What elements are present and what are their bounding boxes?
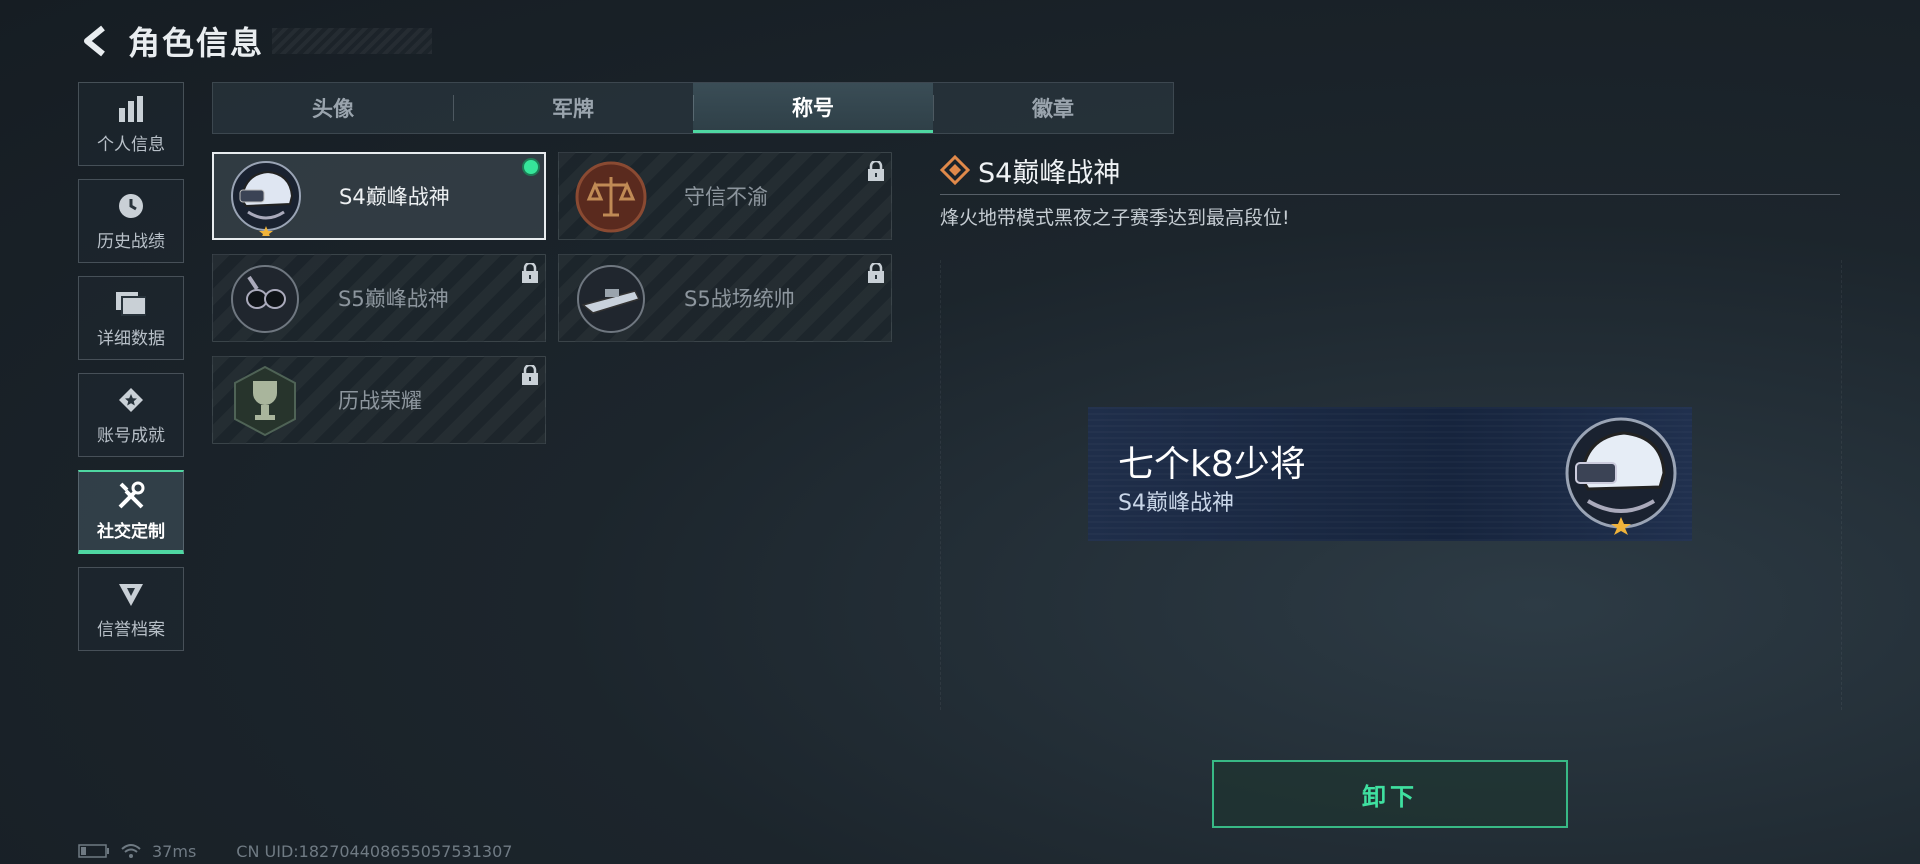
sidebar-item-label: 社交定制 (97, 521, 165, 542)
title-decoration (272, 28, 433, 54)
title-detail-panel: S4巅峰战神 烽火地带模式黑夜之子赛季达到最高段位! (940, 150, 1840, 230)
player-name: 七个k8少将 (1118, 444, 1306, 485)
sidebar-item-personal-info[interactable]: 个人信息 (78, 82, 184, 166)
lock-icon (522, 263, 538, 283)
unequip-button[interactable]: 卸下 (1212, 760, 1568, 828)
tab-bar: 头像 军牌 称号 徽章 (212, 82, 1174, 134)
sidebar-item-label: 个人信息 (97, 134, 165, 155)
sidebar-item-history[interactable]: 历史战绩 (78, 179, 184, 263)
detail-title: S4巅峰战神 (978, 157, 1121, 189)
user-uid: CN UID:1827044086550575313​07 (236, 841, 513, 861)
sidebar-item-label: 详细数据 (97, 328, 165, 349)
title-card[interactable]: S4巅峰战神 (212, 152, 546, 240)
bar-chart-icon (116, 94, 146, 124)
sidebar-item-label: 历史战绩 (97, 231, 165, 252)
sidebar: 个人信息 历史战绩 详细数据 账号成就 社交定制 信誉档案 (78, 82, 186, 664)
sidebar-item-label: 账号成就 (97, 425, 165, 446)
sidebar-item-label: 信誉档案 (97, 619, 165, 640)
diving-mask-badge-icon (231, 265, 299, 333)
folder-icon (116, 288, 146, 318)
tab-emblem[interactable]: 徽章 (933, 83, 1173, 133)
sidebar-item-credit-file[interactable]: 信誉档案 (78, 567, 184, 651)
detail-description: 烽火地带模式黑夜之子赛季达到最高段位! (940, 207, 1290, 229)
back-arrow-icon (84, 25, 105, 57)
title-preview-banner: 七个k8少将 S4巅峰战神 (1088, 407, 1692, 541)
clock-icon (116, 191, 146, 221)
boat-badge-icon (577, 265, 645, 333)
back-button[interactable] (78, 21, 118, 61)
lock-icon (522, 365, 538, 385)
title-card-name: S4巅峰战神 (339, 185, 450, 209)
header-bar: 角色信息 (78, 16, 433, 66)
title-card-name: S5巅峰战神 (338, 287, 449, 311)
lock-icon (868, 263, 884, 283)
status-bar: 37ms CN UID:1827044086550575313​07 (78, 838, 512, 864)
divider (940, 194, 1840, 195)
title-card-name: 历战荣耀 (338, 389, 422, 413)
tab-avatar[interactable]: 头像 (213, 83, 453, 133)
title-card[interactable]: 守信不渝 (558, 152, 892, 240)
title-card-name: 守信不渝 (684, 185, 768, 209)
page-title: 角色信息 (128, 24, 265, 62)
wifi-icon (121, 844, 141, 858)
sidebar-item-social-customization[interactable]: 社交定制 (78, 470, 184, 554)
title-card[interactable]: S5巅峰战神 (212, 254, 546, 342)
helmet-nightvision-badge-icon (1565, 417, 1677, 535)
shield-icon (116, 579, 146, 609)
ping-value: 37ms (152, 841, 197, 861)
sidebar-item-achievements[interactable]: 账号成就 (78, 373, 184, 457)
title-card[interactable]: S5战场统帅 (558, 254, 892, 342)
tab-dog-tag[interactable]: 军牌 (453, 83, 693, 133)
diamond-icon (940, 155, 970, 185)
helmet-nightvision-badge-icon (231, 161, 301, 236)
battery-icon (78, 844, 109, 858)
title-card-name: S5战场统帅 (684, 287, 795, 311)
achievement-icon (116, 385, 146, 415)
banner-title: S4巅峰战神 (1118, 491, 1234, 516)
tools-icon (116, 481, 146, 511)
tab-title[interactable]: 称号 (693, 83, 933, 133)
lock-icon (868, 161, 884, 181)
trophy-badge-icon (234, 365, 296, 437)
sidebar-item-detailed-data[interactable]: 详细数据 (78, 276, 184, 360)
scales-badge-icon (575, 161, 647, 233)
equipped-indicator (522, 158, 540, 176)
title-card[interactable]: 历战荣耀 (212, 356, 546, 444)
